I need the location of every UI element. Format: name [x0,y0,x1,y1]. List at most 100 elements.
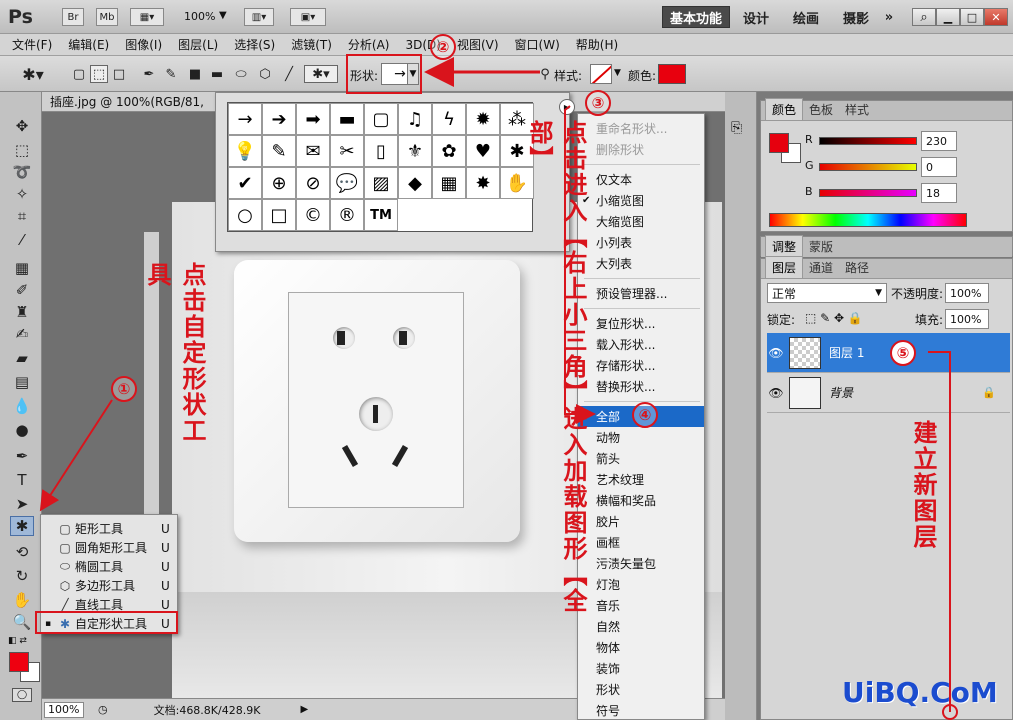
lasso-tool-icon[interactable]: ➰ [10,162,34,182]
shape-cell[interactable]: ✿ [432,135,466,167]
ellipse-icon[interactable]: ⬭ [232,65,250,83]
status-arrow-icon[interactable]: ▶ [300,704,308,715]
tab-color[interactable]: 颜色 [765,98,804,120]
layer-name[interactable]: 背景 [829,384,853,401]
zoom-tool-icon[interactable]: 🔍 [10,612,34,632]
history-panel-icon[interactable]: ⎘ [731,120,742,136]
menu-filter[interactable]: 滤镜(T) [291,36,332,53]
arrange-documents-button[interactable]: ▥▾ [244,8,274,26]
blend-mode-select[interactable]: 正常 ▼ [767,283,887,303]
line-icon[interactable]: ╱ [280,65,298,83]
shape-cell[interactable]: ♥ [466,135,500,167]
healing-brush-icon[interactable]: ▦ [10,258,34,278]
shape-cell[interactable]: ✎ [262,135,296,167]
menu-analysis[interactable]: 分析(A) [348,36,390,53]
move-tool-icon[interactable]: ✥ [10,116,34,136]
picker-menu-triangle-icon[interactable]: ▶ [559,99,575,115]
menu-item[interactable]: 装饰 [578,658,704,679]
menu-file[interactable]: 文件(F) [12,36,52,53]
gradient-icon[interactable]: ▤ [10,372,34,392]
fill-value[interactable]: 100% [945,309,989,329]
shape-cell[interactable]: ◆ [398,167,432,199]
shape-cell[interactable]: ▦ [432,167,466,199]
hand-tool-icon[interactable]: ✋ [10,590,34,610]
3d-orbit-icon[interactable]: ↻ [10,566,34,586]
shape-cell[interactable]: ➡ [296,103,330,135]
tab-layers[interactable]: 图层 [765,256,804,278]
status-icon[interactable]: ◷ [98,703,108,716]
flyout-item[interactable]: ⬭ 椭圆工具 U [41,557,177,576]
tab-adjustments[interactable]: 调整 [765,235,804,257]
layer-row-layer1[interactable]: 👁 图层 1 [767,333,1010,373]
tab-paths[interactable]: 路径 [839,257,875,278]
menu-layer[interactable]: 图层(L) [178,36,218,53]
g-value[interactable]: 0 [921,157,957,177]
crop-tool-icon[interactable]: ⌗ [10,206,34,226]
shape-cell[interactable]: ➔ [262,103,296,135]
color-swatch[interactable] [658,64,686,84]
shape-cell[interactable]: ♫ [398,103,432,135]
zoom-level[interactable]: 100% [184,10,215,23]
chevron-down-icon[interactable]: ▼ [614,68,621,78]
custom-shape-tool-icon[interactable]: ✱ [10,516,34,536]
shape-cell[interactable]: ▨ [364,167,398,199]
tab-swatches[interactable]: 色板 [803,99,839,120]
fill-pixels-icon[interactable]: □ [110,65,128,83]
pen-tool-icon[interactable]: ✒ [10,446,34,466]
b-slider[interactable] [819,189,917,197]
shape-cell[interactable]: → [228,103,262,135]
shape-cell[interactable]: ▬ [330,103,364,135]
shape-cell[interactable]: ✔ [228,167,262,199]
shape-cell[interactable]: 💡 [228,135,262,167]
shape-cell[interactable]: ⊕ [262,167,296,199]
layer-name[interactable]: 图层 1 [829,344,864,361]
rectangle-icon[interactable]: ■ [186,65,204,83]
freeform-pen-icon[interactable]: ✎ [162,65,180,83]
menu-item[interactable]: 替换形状... [578,376,704,397]
minimize-icon[interactable]: ▁ [936,8,960,26]
history-brush-icon[interactable]: ✍ [10,324,34,344]
shape-cell[interactable]: 💬 [330,167,364,199]
status-zoom[interactable]: 100% [44,701,84,718]
dodge-tool-icon[interactable]: ● [10,420,34,440]
menu-edit[interactable]: 编辑(E) [68,36,109,53]
clone-stamp-icon[interactable]: ♜ [10,302,34,322]
blur-tool-icon[interactable]: 💧 [10,396,34,416]
default-colors-icon[interactable]: ◧ ⇄ [8,636,27,646]
pen-icon[interactable]: ✒ [140,65,158,83]
shape-cell[interactable]: ⚜ [398,135,432,167]
tab-styles[interactable]: 样式 [839,99,875,120]
r-value[interactable]: 230 [921,131,957,151]
foreground-color-swatch[interactable] [9,652,29,672]
path-select-icon[interactable]: ➤ [10,494,34,514]
shape-cell[interactable]: ○ [228,199,262,231]
menu-item[interactable]: 预设管理器... [578,283,704,304]
menu-item[interactable]: 大缩览图 [578,211,704,232]
menu-item[interactable]: 小列表 [578,232,704,253]
menu-item[interactable]: 自然 [578,616,704,637]
custom-shape-tool-option[interactable]: ✱▾ [304,65,338,83]
shape-cell[interactable]: ▢ [364,103,398,135]
shape-cell[interactable]: TM [364,199,398,231]
menu-item[interactable]: 复位形状... [578,313,704,334]
menu-item[interactable]: 大列表 [578,253,704,274]
quick-select-icon[interactable]: ✧ [10,184,34,204]
marquee-tool-icon[interactable]: ⬚ [10,140,34,160]
menu-select[interactable]: 选择(S) [234,36,275,53]
menu-window[interactable]: 窗口(W) [515,36,560,53]
menu-item[interactable]: 载入形状... [578,334,704,355]
tool-preset-picker[interactable]: ✱▾ [18,65,48,84]
menu-item[interactable]: 符号 [578,700,704,720]
shape-layers-icon[interactable]: ▢ [70,65,88,83]
b-value[interactable]: 18 [921,183,957,203]
shape-cell[interactable]: ✸ [466,167,500,199]
eye-icon[interactable]: 👁 [767,386,785,400]
menu-item[interactable]: 污渍矢量包 [578,553,704,574]
close-icon[interactable]: ✕ [984,8,1008,26]
menu-item[interactable]: 灯泡 [578,574,704,595]
lock-icons[interactable]: ⬚ ✎ ✥ 🔒 [805,311,863,325]
shape-cell[interactable]: ϟ [432,103,466,135]
layer-row-background[interactable]: 👁 背景 🔒 [767,373,1010,413]
flyout-item[interactable]: ▢ 圆角矩形工具 U [41,538,177,557]
search-icon[interactable]: ⌕ [912,8,936,26]
